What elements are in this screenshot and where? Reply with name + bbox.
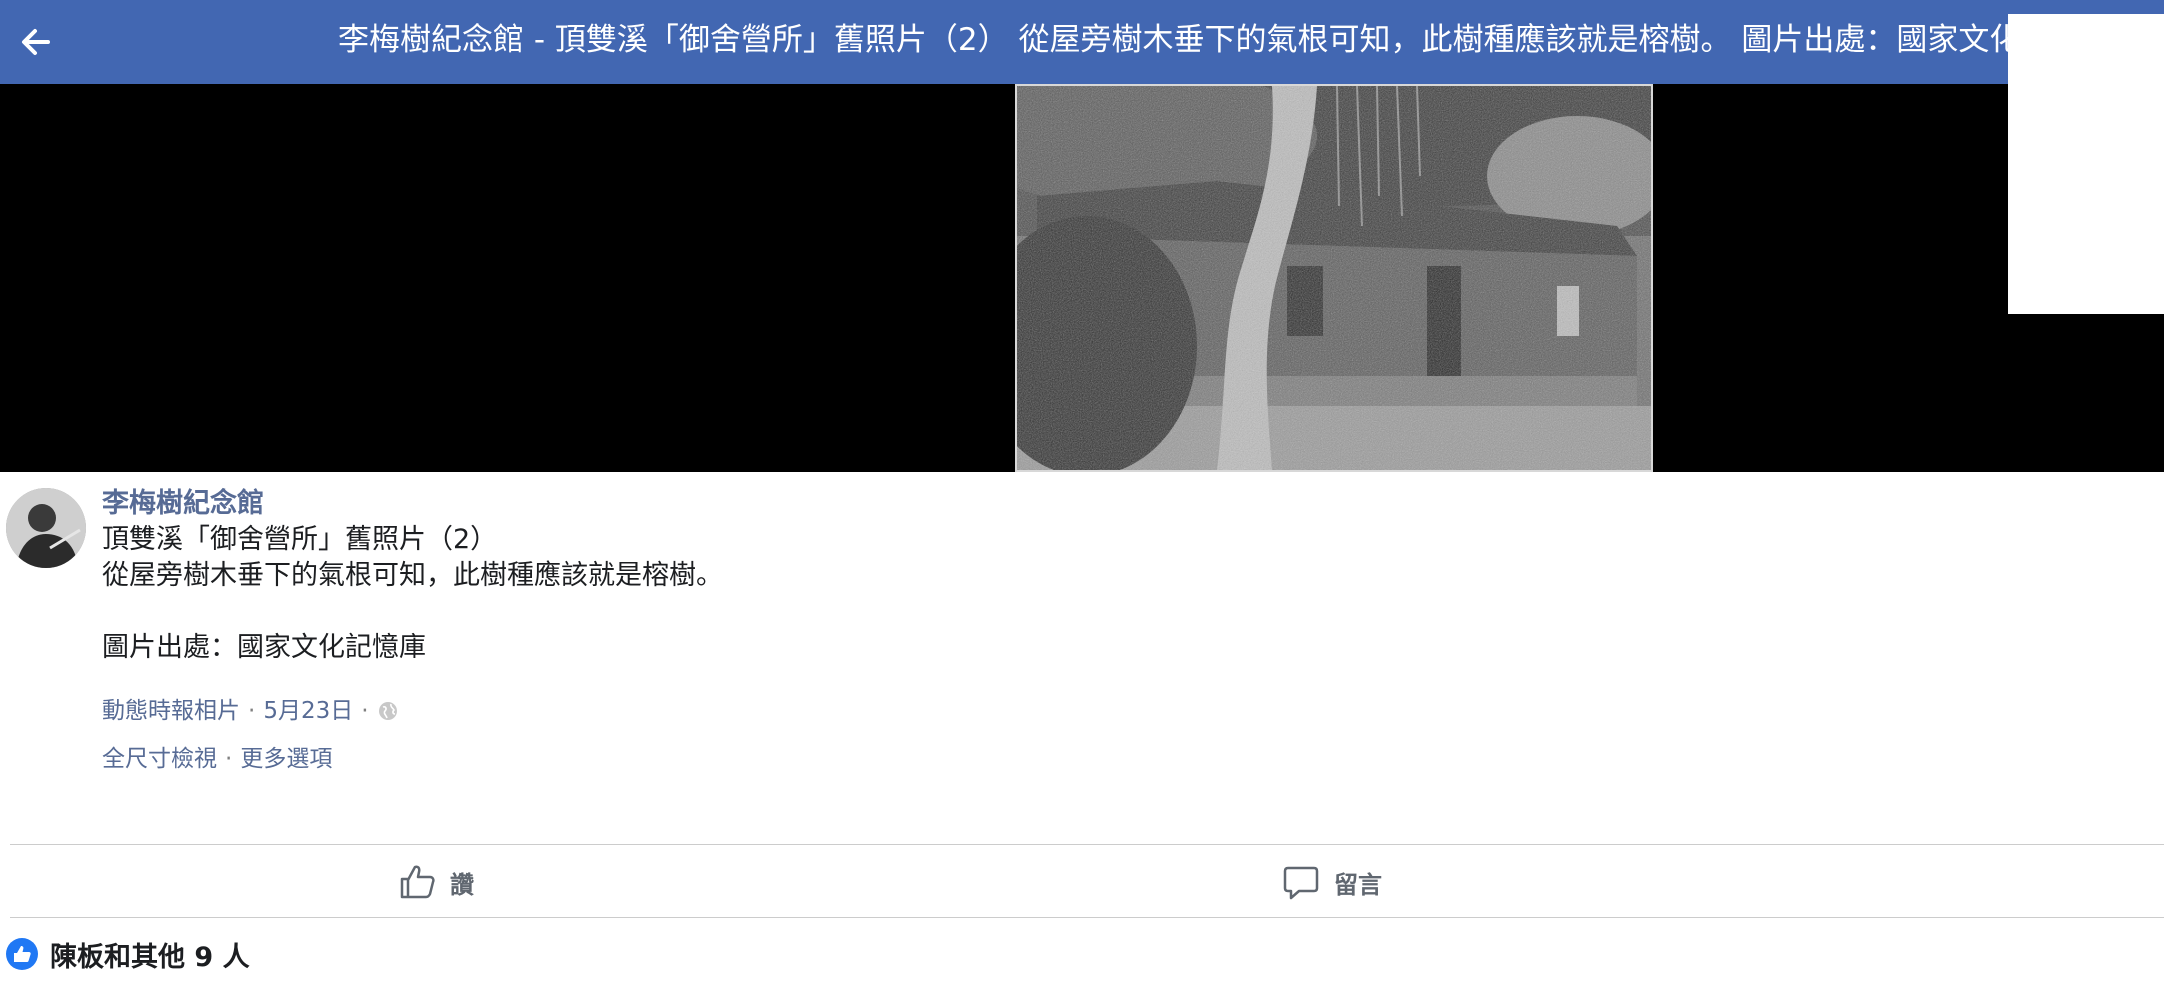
post-text-line-1: 頂雙溪「御舍營所」舊照片（2） bbox=[102, 524, 498, 555]
divider bbox=[10, 917, 2164, 918]
meta-separator: · bbox=[248, 698, 256, 724]
comment-button[interactable]: 留言 bbox=[1282, 854, 1382, 910]
like-label: 讚 bbox=[450, 870, 474, 899]
avatar[interactable] bbox=[6, 488, 86, 568]
album-link[interactable]: 動態時報相片 bbox=[102, 696, 240, 726]
photo-stage bbox=[0, 84, 2164, 472]
photo-viewer-header: 李梅樹紀念館 - 頂雙溪「御舍營所」舊照片（2） 從屋旁樹木垂下的氣根可知，此樹… bbox=[0, 0, 2164, 84]
options-separator: · bbox=[225, 746, 233, 772]
author-name[interactable]: 李梅樹紀念館 bbox=[102, 486, 1902, 522]
post-options: 全尺寸檢視 · 更多選項 bbox=[102, 744, 1902, 774]
reactions-text: 陳板和其他 9 人 bbox=[50, 941, 250, 973]
old-house-photo[interactable] bbox=[1015, 84, 1653, 472]
globe-icon bbox=[377, 700, 399, 722]
post-text-line-4: 圖片出處：國家文化記憶庫 bbox=[102, 632, 426, 663]
header-title: 李梅樹紀念館 - 頂雙溪「御舍營所」舊照片（2） 從屋旁樹木垂下的氣根可知，此樹… bbox=[338, 22, 2114, 58]
thumbs-up-icon bbox=[400, 865, 435, 899]
post-text-line-3 bbox=[102, 594, 1902, 630]
post-date[interactable]: 5月23日 bbox=[263, 696, 353, 726]
avatar-image bbox=[6, 488, 86, 568]
thumbs-up-badge-icon bbox=[6, 938, 38, 970]
arrow-left-icon bbox=[22, 29, 50, 55]
more-options-link[interactable]: 更多選項 bbox=[240, 744, 332, 774]
post-meta: 動態時報相片 · 5月23日 · bbox=[102, 696, 1902, 726]
comment-icon bbox=[1283, 866, 1319, 900]
comment-label: 留言 bbox=[1334, 870, 1382, 899]
divider bbox=[10, 844, 2164, 845]
action-bar: 讚 留言 bbox=[0, 846, 2164, 918]
reactions-summary[interactable]: 陳板和其他 9 人 bbox=[6, 934, 250, 974]
meta-separator: · bbox=[361, 698, 369, 724]
post-text-line-2: 從屋旁樹木垂下的氣根可知，此樹種應該就是榕樹。 bbox=[102, 560, 723, 591]
photo-illustration bbox=[1017, 86, 1651, 470]
full-size-view-link[interactable]: 全尺寸檢視 bbox=[102, 744, 217, 774]
white-overlay-block bbox=[2008, 14, 2164, 314]
like-button[interactable]: 讚 bbox=[398, 854, 474, 910]
back-button[interactable] bbox=[8, 14, 64, 70]
